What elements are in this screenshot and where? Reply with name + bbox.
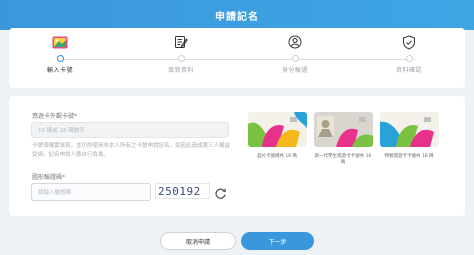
easycard-chip-card-image [248,112,307,147]
next-step-button[interactable]: 下一步 [241,232,314,250]
progress-steps: 輸入卡號 填寫資料 身分驗證 資料確認 [9,28,465,88]
card-caption: 新一代學生悠遊卡卡號共 16 碼 [314,154,372,165]
card-number-hint: 卡號須權實填寫，並切勿使用非本人所有之卡號申請記名，如因此造成第三人權益受損，記… [32,143,231,158]
card-caption: 晶片卡號碼共 16 碼 [256,154,298,159]
step-indicator-dot [56,55,64,62]
page-title: 申請記名 [215,12,259,23]
card-number-placeholder: 10 碼或 16 碼數字 [38,128,85,134]
card-caption: 特製悠遊卡卡號共 16 碼 [384,154,434,159]
card-number-input[interactable]: 10 碼或 16 碼數字 [31,122,229,138]
step-indicator-dot [291,55,299,62]
step-data-confirm: 資料確認 [374,34,444,74]
card-number-label: 悠遊卡外觀卡號* [32,113,78,120]
step-indicator-dot [177,55,185,62]
step-enter-card-number: 輸入卡號 [25,34,95,74]
cancel-application-button[interactable]: 取消申請 [160,232,236,250]
step-connector [59,59,415,60]
card-icon [51,34,69,50]
special-easycard-image [380,112,439,147]
page-header: 申請記名 [0,0,474,30]
step-indicator-dot [405,55,413,62]
step-label: 填寫資料 [167,67,194,74]
step-label: 身分驗證 [281,67,308,74]
refresh-icon[interactable] [214,185,227,199]
shield-check-icon [400,34,418,50]
step-label: 資料確認 [395,67,422,74]
captcha-placeholder: 請輸入驗證碼 [38,190,72,196]
step-identity-verify: 身分驗證 [260,34,330,74]
person-verify-icon [286,34,304,50]
step-fill-data: 填寫資料 [146,34,216,74]
student-easycard-image [314,112,373,147]
captcha-image: 250192 [155,183,210,199]
captcha-label: 圖形驗證碼* [32,174,66,181]
captcha-input[interactable]: 請輸入驗證碼 [31,183,151,201]
form-edit-icon [172,34,190,50]
step-label: 輸入卡號 [46,67,73,74]
